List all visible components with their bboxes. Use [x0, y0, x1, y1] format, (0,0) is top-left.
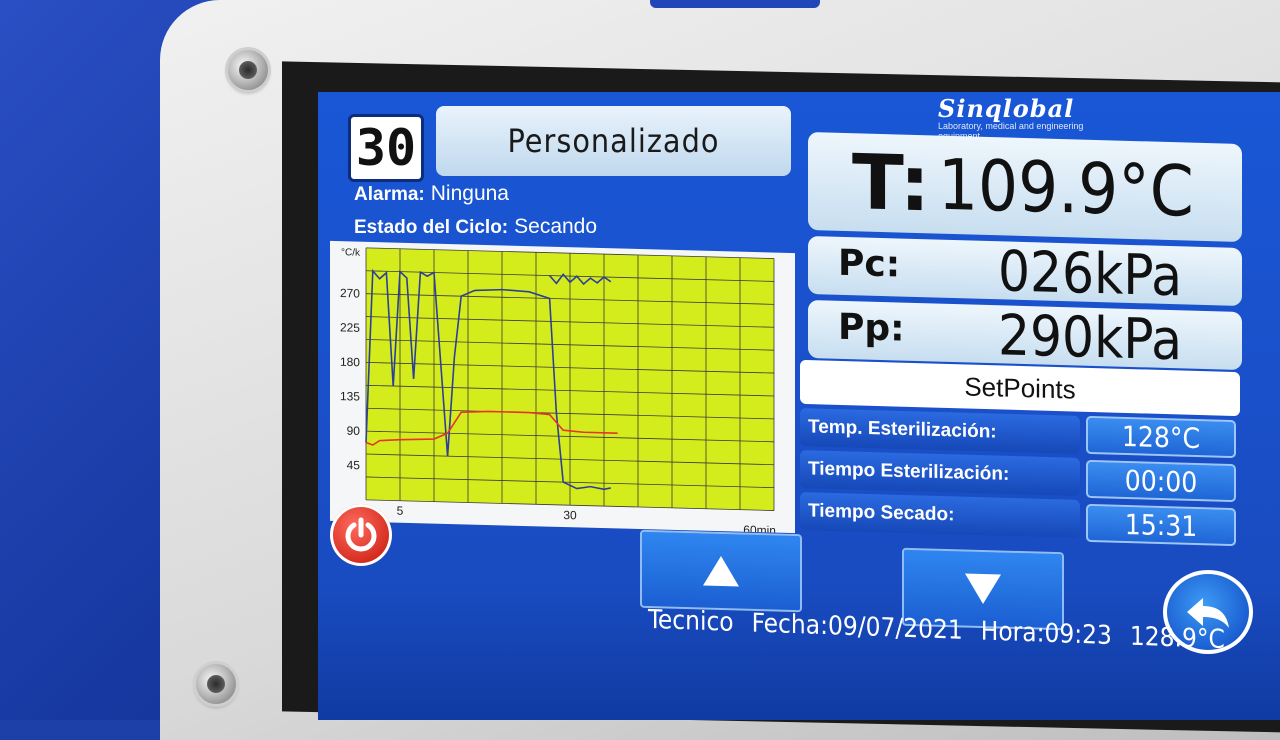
chamber-pressure-panel: Pc: 026kPa	[808, 235, 1242, 310]
temperature-panel: T: 109.9°C	[808, 131, 1242, 243]
setpoint-value-drying-time[interactable]: 15:31	[1086, 503, 1236, 547]
jacket-pressure-panel: Pp: 290kPa	[808, 299, 1242, 374]
chart-y-tick-label: 180	[340, 355, 360, 370]
chart-y-tick-label: 90	[347, 424, 361, 438]
footer-user: Tecnico	[648, 604, 734, 638]
scroll-up-button[interactable]	[640, 529, 802, 613]
temperature-label: T:	[852, 137, 931, 229]
cycle-state-value: Secando	[514, 215, 598, 238]
cycle-number: 30	[348, 114, 424, 182]
chart-svg: 45 90 135 180 225 270 °C/k 5 30 60min	[340, 247, 776, 533]
chart-y-tick-label: 270	[340, 286, 360, 301]
screw-icon	[228, 50, 268, 90]
arrow-down-icon	[965, 573, 1001, 604]
setpoint-value-sterilization-time[interactable]: 00:00	[1086, 459, 1236, 503]
alarm-label: Alarma:	[354, 184, 425, 205]
cycle-chart: 45 90 135 180 225 270 °C/k 5 30 60min	[330, 240, 795, 534]
screw-icon	[196, 664, 236, 704]
chamber-pressure-label: Pc:	[838, 242, 901, 286]
chart-y-tick-label: 135	[340, 389, 360, 404]
alarm-row: Alarma: Ninguna	[354, 182, 509, 206]
chart-y-tick-label: 45	[347, 458, 361, 472]
cycle-state-label: Estado del Ciclo:	[354, 217, 509, 238]
chart-x-tick-label: 5	[397, 504, 404, 518]
setpoint-value-sterilization-temp[interactable]: 128°C	[1086, 415, 1236, 459]
setpoint-label-sterilization-time: Tiempo Esterilización:	[800, 450, 1080, 496]
cycle-state-row: Estado del Ciclo: Secando	[354, 215, 597, 239]
program-name-display[interactable]: Personalizado	[436, 106, 791, 176]
arrow-up-icon	[703, 556, 739, 587]
brand-logo: Sinqlobal Laboratory, medical and engine…	[938, 94, 1118, 141]
chart-y-unit-label: °C/k	[341, 247, 361, 259]
temperature-value: 109.9°C	[938, 143, 1194, 233]
setpoint-label-drying-time: Tiempo Secado:	[800, 492, 1080, 538]
chart-x-tick-label: 30	[563, 508, 577, 522]
footer-temperature: 128.9°C	[1129, 621, 1225, 655]
touch-screen: 30 Personalizado Alarma: Ninguna Estado d…	[318, 92, 1280, 720]
footer-time: Hora:09:23	[980, 616, 1112, 652]
chamber-pressure-value: 026kPa	[997, 239, 1182, 310]
chart-y-tick-label: 225	[340, 320, 360, 335]
footer-date: Fecha:09/07/2021	[751, 608, 963, 646]
brand-name: Sinqlobal	[938, 94, 1075, 123]
power-icon	[345, 517, 377, 552]
power-button[interactable]	[330, 504, 392, 566]
housing-logo-mark	[650, 0, 820, 8]
alarm-value: Ninguna	[430, 182, 509, 205]
setpoint-label-sterilization-temp: Temp. Esterilización:	[800, 408, 1080, 454]
jacket-pressure-value: 290kPa	[997, 303, 1182, 374]
chart-x-end-label: 60min	[743, 523, 776, 533]
jacket-pressure-label: Pp:	[838, 306, 905, 350]
